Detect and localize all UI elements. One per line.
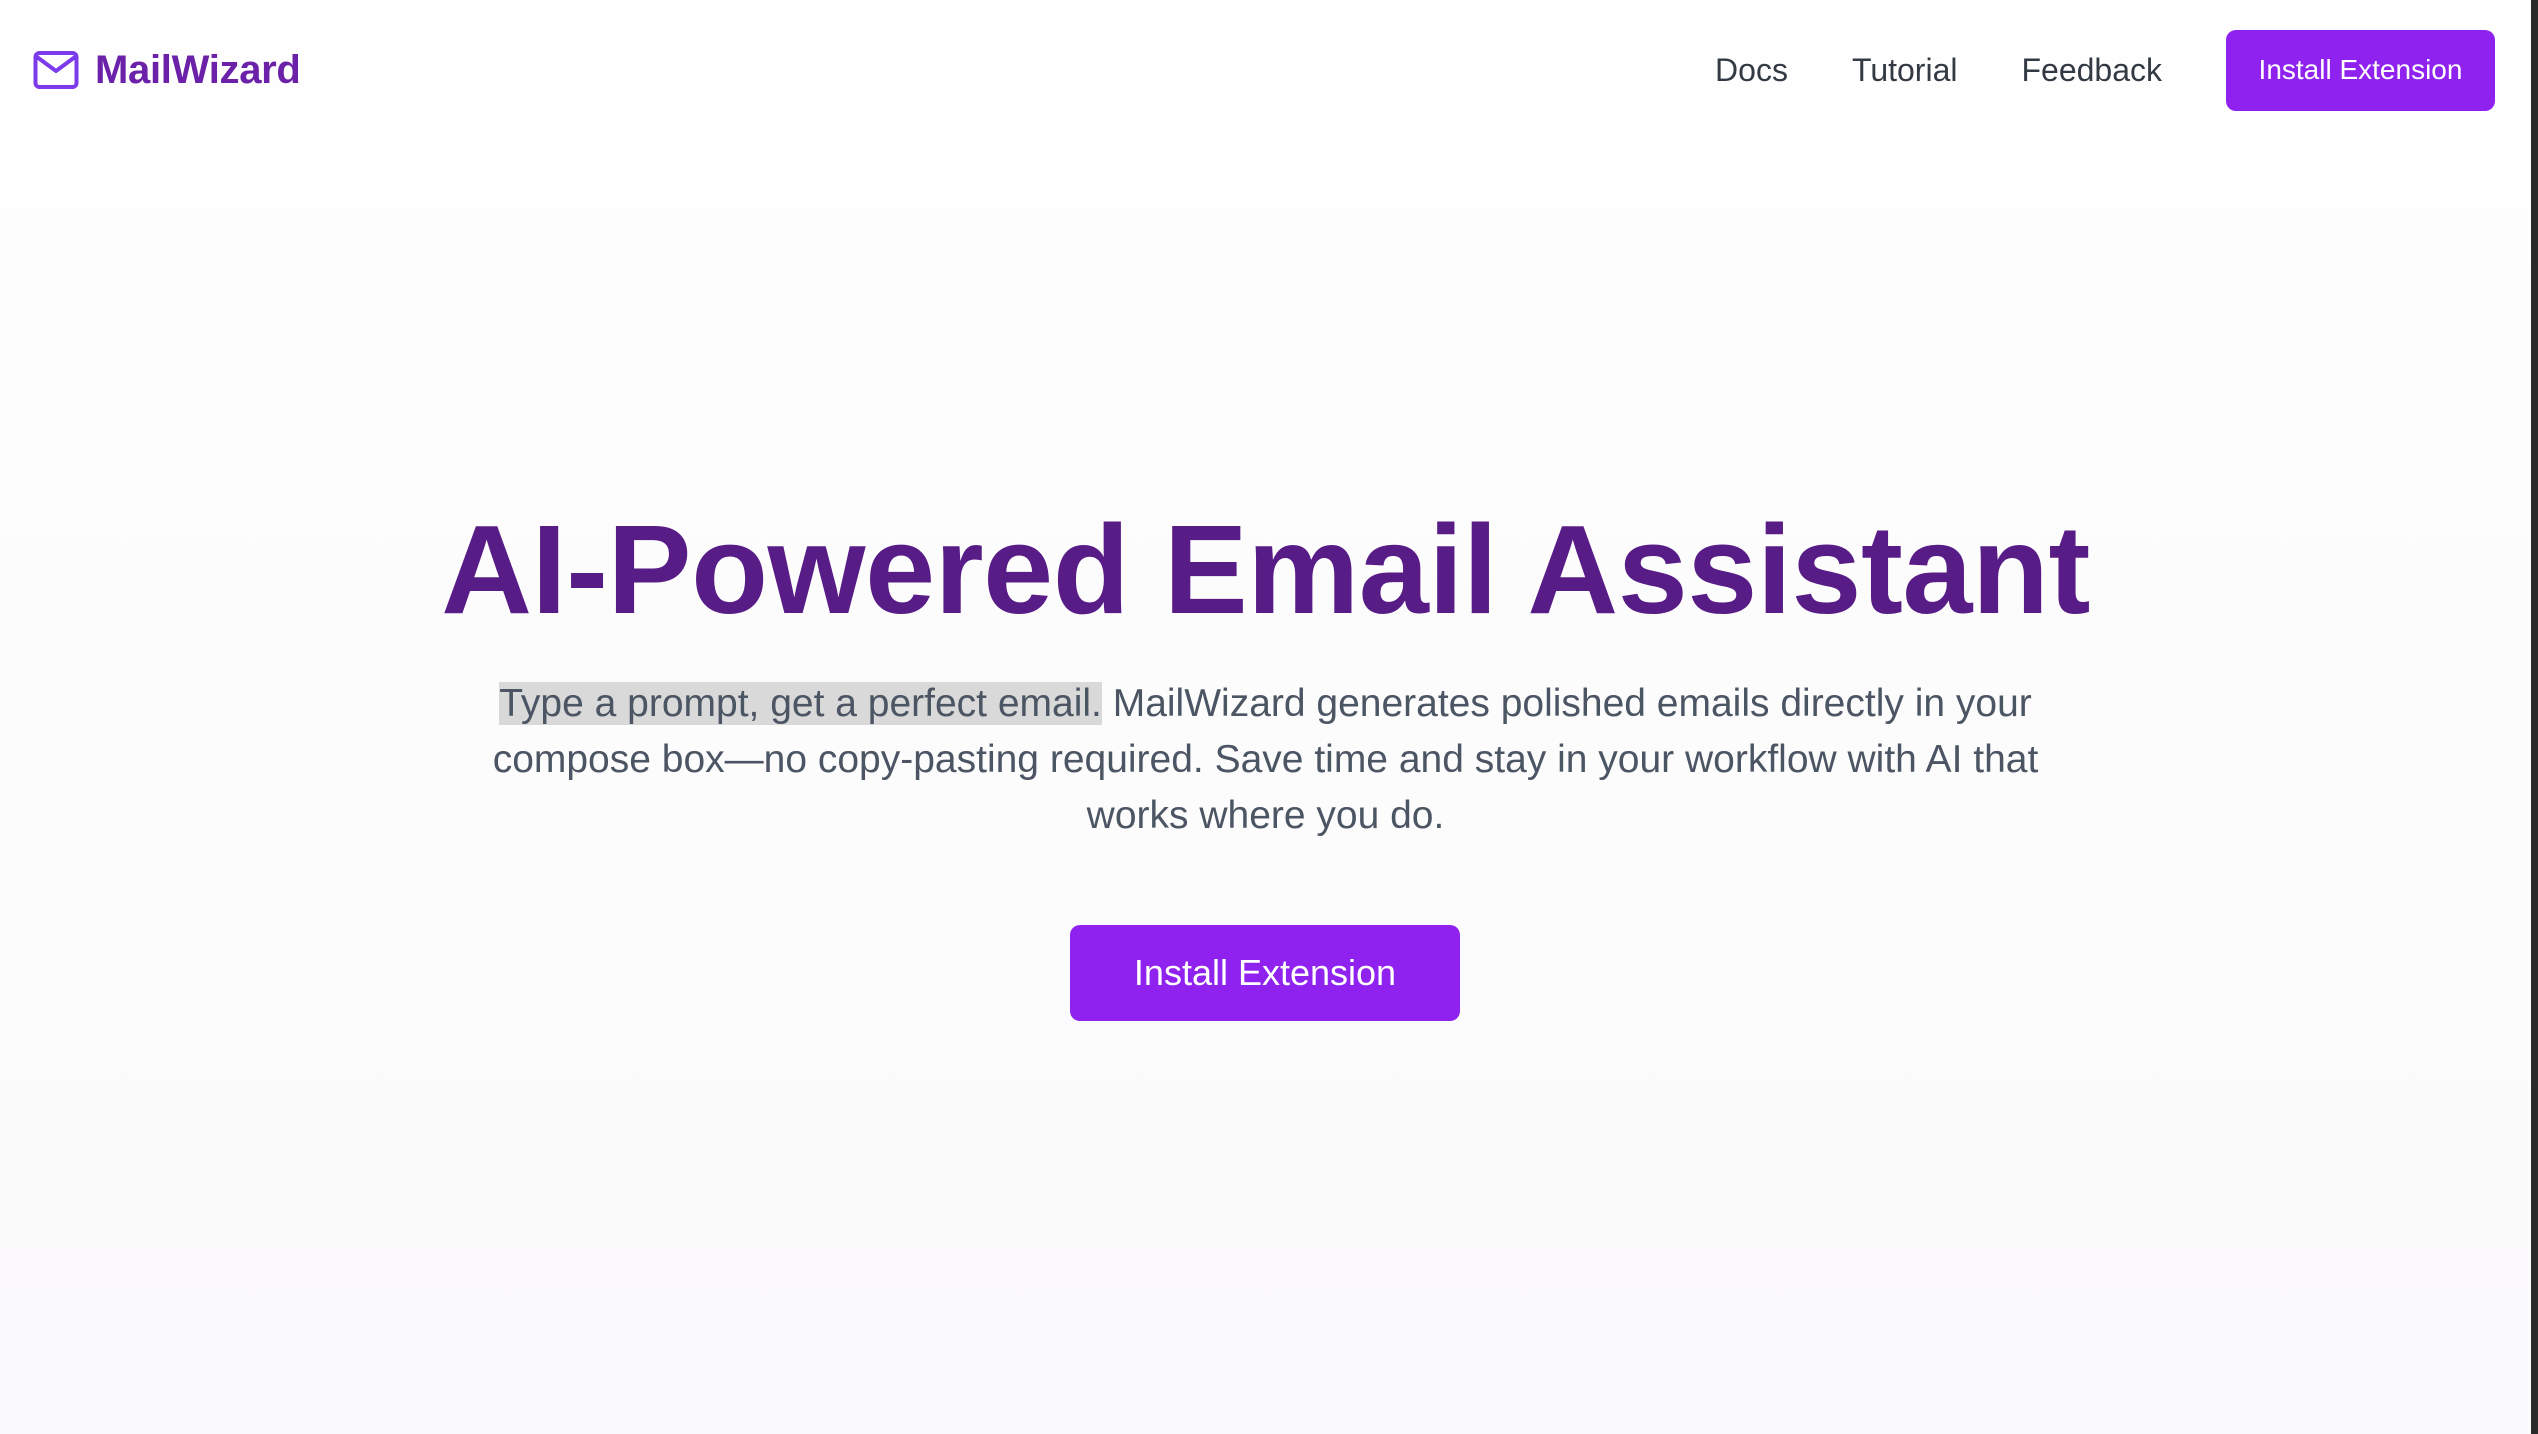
nav-install-extension-button[interactable]: Install Extension: [2226, 29, 2495, 111]
window-edge: [2531, 0, 2538, 1434]
hero-install-extension-button[interactable]: Install Extension: [1070, 925, 1460, 1021]
brand-name: MailWizard: [95, 47, 301, 92]
nav-link-docs[interactable]: Docs: [1715, 52, 1788, 89]
hero-title: AI-Powered Email Assistant: [441, 499, 2090, 640]
top-navbar: MailWizard Docs Tutorial Feedback Instal…: [0, 0, 2531, 140]
mail-envelope-icon: [33, 50, 79, 90]
brand-logo-link[interactable]: MailWizard: [33, 48, 301, 93]
hero-description: Type a prompt, get a perfect email. Mail…: [490, 676, 2041, 844]
nav-link-feedback[interactable]: Feedback: [2021, 52, 2162, 89]
nav-link-tutorial[interactable]: Tutorial: [1852, 52, 1958, 89]
hero-description-highlight: Type a prompt, get a perfect email.: [499, 682, 1102, 725]
main-nav: Docs Tutorial Feedback Install Extension: [1715, 29, 2498, 111]
